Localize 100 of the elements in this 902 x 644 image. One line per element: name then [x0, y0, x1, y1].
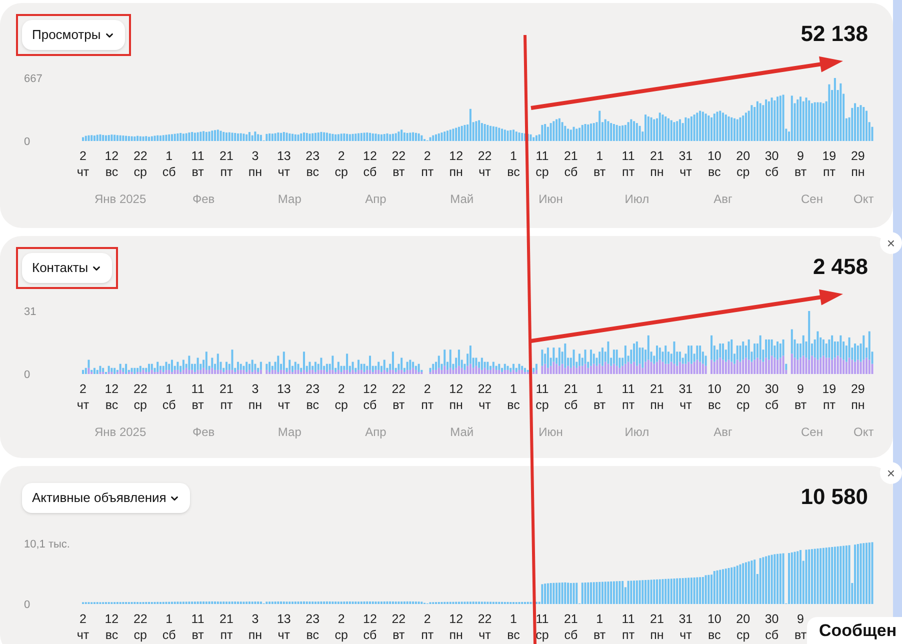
x-tick-label: 20 — [736, 382, 750, 396]
weekday-label: чт — [478, 165, 491, 179]
x-tick-label: 2 — [80, 382, 86, 396]
weekday-label: чт — [76, 398, 90, 412]
weekday-label: сб — [363, 628, 377, 642]
weekday-label: сб — [363, 165, 377, 179]
weekday-label: пт — [421, 398, 434, 412]
weekday-label: вс — [306, 398, 319, 412]
weekday-label: пн — [650, 165, 664, 179]
x-tick-label: 31 — [678, 612, 693, 626]
x-tick-label: 23 — [306, 382, 320, 396]
x-tick-label: 2 — [338, 612, 345, 626]
x-tick-label: 2 — [338, 149, 345, 163]
metric-dropdown[interactable]: Активные объявления — [22, 483, 190, 513]
weekday-label: ср — [334, 628, 348, 642]
weekday-label: пн — [248, 165, 262, 179]
x-tick-label: 20 — [736, 612, 750, 626]
x-tick-label: 19 — [822, 382, 836, 396]
weekday-label: ср — [334, 165, 348, 179]
weekday-label: сб — [765, 165, 778, 179]
weekday-label: чт — [278, 398, 290, 412]
weekday-label: пт — [622, 628, 635, 642]
month-label: Фев — [192, 192, 215, 206]
x-tick-label: 11 — [622, 382, 635, 396]
weekday-label: пн — [248, 628, 262, 642]
weekday-label: чт — [478, 628, 491, 642]
weekday-label: вс — [105, 165, 118, 179]
x-tick-label: 1 — [510, 382, 517, 396]
metric-dropdown[interactable]: Просмотры — [22, 20, 125, 50]
weekday-label: сб — [564, 628, 578, 642]
weekday-label: ср — [134, 398, 147, 412]
month-label: Сен — [801, 192, 823, 206]
x-tick-label: 22 — [478, 149, 492, 163]
x-tick-label: 23 — [306, 612, 320, 626]
x-tick-label: 3 — [252, 612, 259, 626]
weekday-label: вс — [105, 628, 118, 642]
weekday-label: вт — [192, 165, 204, 179]
x-tick-label: 11 — [191, 382, 204, 396]
weekday-label: пт — [822, 398, 836, 412]
x-tick-label: 22 — [392, 382, 406, 396]
weekday-label: вт — [192, 628, 204, 642]
x-tick-label: 12 — [449, 149, 464, 163]
weekday-label: чт — [680, 165, 692, 179]
x-tick-label: 2 — [424, 382, 431, 396]
x-tick-label: 12 — [363, 612, 377, 626]
weekday-label: вт — [594, 398, 606, 412]
x-tick-label: 22 — [392, 149, 406, 163]
x-tick-label: 21 — [650, 612, 664, 626]
weekday-label: сб — [564, 398, 578, 412]
weekday-label: сб — [363, 398, 377, 412]
x-tick-label: 12 — [104, 612, 119, 626]
weekday-label: вт — [794, 165, 807, 179]
weekday-label: пн — [851, 398, 865, 412]
weekday-label: вс — [507, 398, 520, 412]
weekday-label: пт — [622, 165, 635, 179]
weekday-label: вт — [794, 628, 807, 642]
x-tick-label: 30 — [764, 149, 779, 163]
total-value: 10 580 — [800, 483, 868, 511]
weekday-label: пт — [220, 628, 233, 642]
month-label: Апр — [365, 192, 386, 206]
weekday-label: чт — [76, 628, 90, 642]
weekday-label: сб — [564, 165, 578, 179]
weekday-label: вс — [306, 165, 319, 179]
month-label: Авг — [714, 192, 732, 206]
x-tick-label: 22 — [392, 612, 406, 626]
weekday-label: пт — [822, 165, 836, 179]
total-value: 52 138 — [800, 20, 868, 48]
weekday-label: ср — [134, 165, 147, 179]
x-tick-label: 1 — [596, 382, 604, 396]
y-tick-label: 0 — [24, 136, 30, 148]
weekday-label: чт — [680, 398, 692, 412]
weekday-label: пт — [421, 628, 434, 642]
y-tick-label: 0 — [24, 369, 30, 381]
weekday-label: вс — [708, 165, 721, 179]
messages-tab[interactable]: Сообщен — [807, 617, 902, 644]
weekday-label: вс — [105, 398, 118, 412]
month-label: Мар — [278, 192, 302, 206]
x-tick-label: 21 — [650, 149, 664, 163]
x-tick-label: 12 — [449, 382, 464, 396]
weekday-label: пн — [449, 398, 463, 412]
weekday-label: вт — [594, 165, 606, 179]
close-button[interactable]: × — [880, 232, 902, 254]
x-tick-label: 29 — [850, 382, 865, 396]
weekday-label: чт — [278, 165, 290, 179]
month-label: Апр — [365, 425, 386, 439]
weekday-label: чт — [478, 398, 491, 412]
x-tick-label: 1 — [596, 612, 604, 626]
x-tick-label: 21 — [220, 612, 234, 626]
month-label: Июл — [624, 192, 650, 206]
weekday-label: сб — [765, 628, 778, 642]
x-tick-label: 22 — [133, 382, 148, 396]
x-tick-label: 10 — [707, 382, 722, 396]
x-tick-label: 10 — [707, 612, 722, 626]
month-label: Май — [450, 192, 474, 206]
month-label: Авг — [714, 425, 732, 439]
weekday-label: пн — [650, 398, 664, 412]
x-tick-label: 13 — [276, 149, 291, 163]
weekday-label: пт — [421, 165, 434, 179]
close-button[interactable]: × — [880, 462, 902, 484]
metric-dropdown[interactable]: Контакты — [22, 253, 112, 283]
